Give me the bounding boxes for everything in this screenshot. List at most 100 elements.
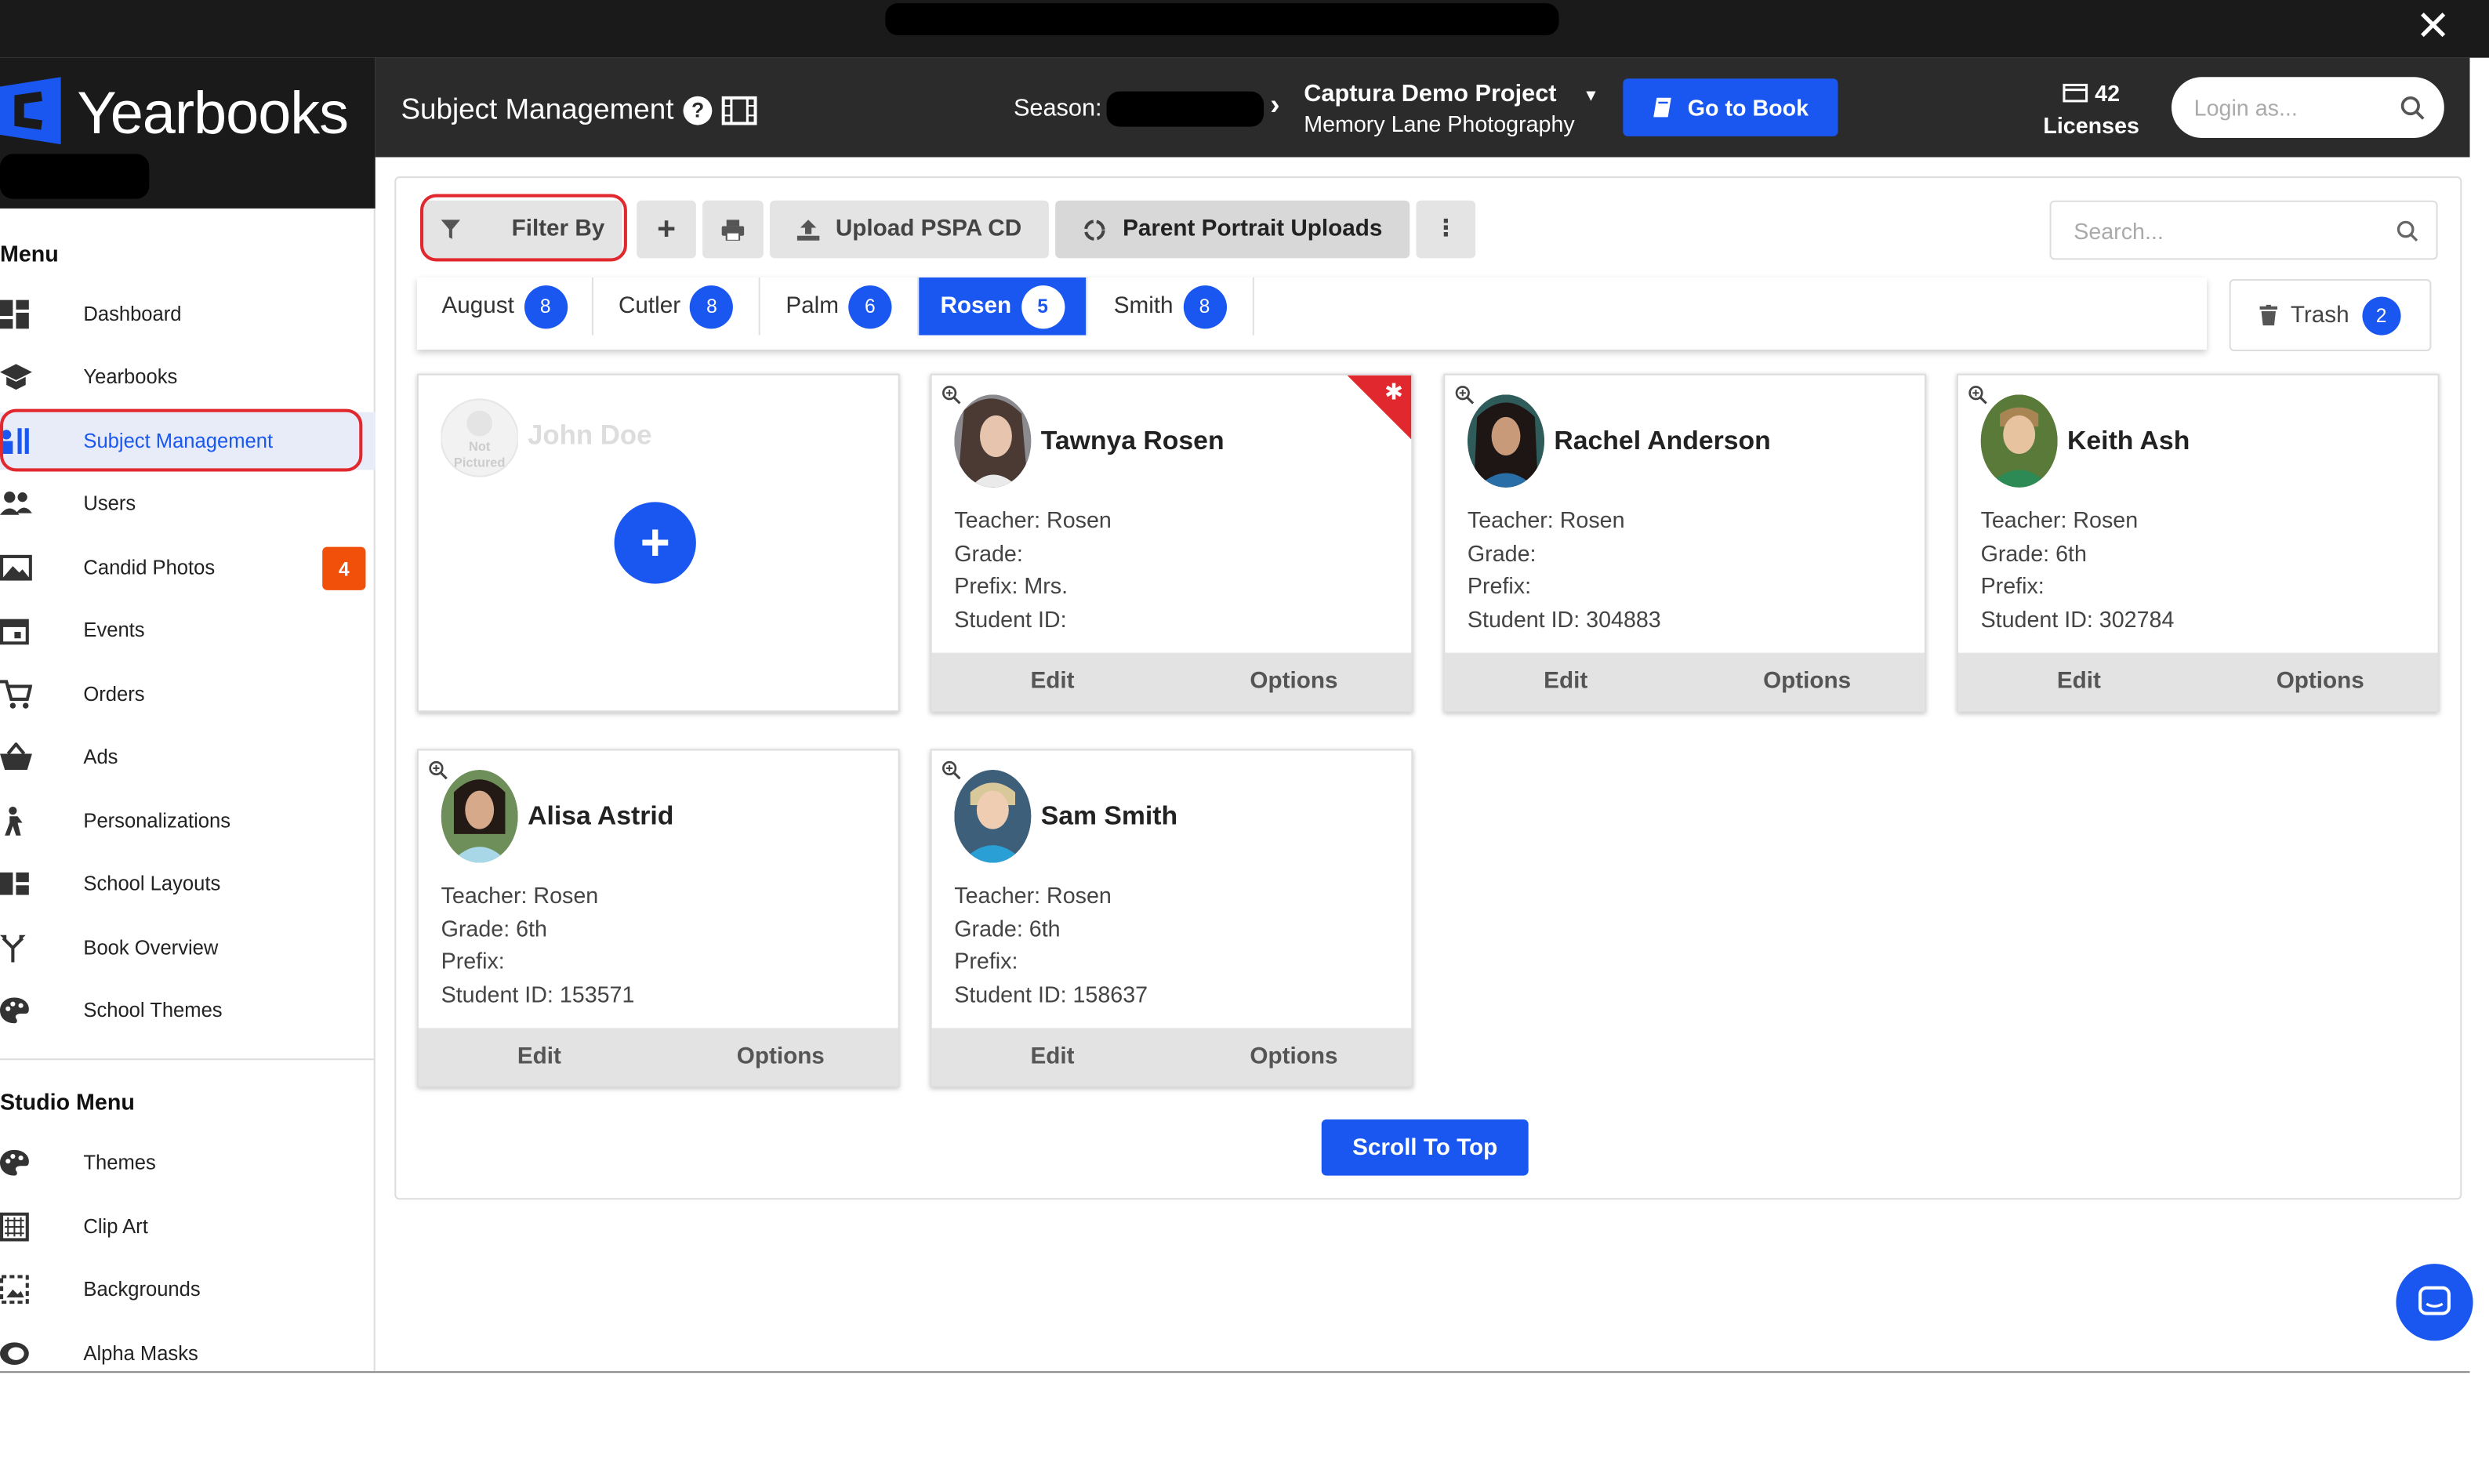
filter-by-button[interactable]: Filter By [423,200,622,259]
sidebar-item-candid-photos[interactable]: Candid Photos 4 [0,539,376,597]
logo-area: Yearbooks [0,57,376,209]
sidebar-item-users[interactable]: Users [0,475,376,533]
edit-button[interactable]: Edit [932,653,1174,711]
tab-cutler[interactable]: Cutler 8 [593,277,760,336]
sidebar-item-school-layouts[interactable]: School Layouts [0,854,376,913]
card-actions: Edit Options [1957,652,2438,711]
tab-august[interactable]: August 8 [417,277,593,336]
options-button[interactable]: Options [1174,1028,1412,1086]
header-bar: Subject Management ? Season: › Captura D… [375,57,2470,158]
subject-name: Alisa Astrid [528,801,674,831]
sidebar-item-book-overview[interactable]: Book Overview [0,919,376,977]
go-to-book-button[interactable]: Go to Book [1623,78,1838,136]
zoom-in-icon[interactable] [1455,385,1475,405]
zoom-in-icon[interactable] [942,760,961,780]
zoom-in-icon[interactable] [942,385,961,405]
zoom-in-icon[interactable] [1968,385,1987,405]
sidebar-item-subject-management[interactable]: Subject Management [0,412,376,470]
edit-button[interactable]: Edit [1958,653,2200,711]
add-new-subject-button[interactable]: + [614,502,696,584]
print-button[interactable] [702,200,764,259]
add-subject-button[interactable]: + [637,200,696,259]
scroll-to-top-button[interactable]: Scroll To Top [1321,1119,1529,1176]
dashboard-icon [0,299,29,329]
project-selector[interactable]: Captura Demo Project Memory Lane Photogr… [1304,80,1574,138]
subject-grade: Grade: 6th [954,915,1061,942]
layout-icon [0,872,29,895]
licenses-label: Licenses [2043,112,2139,138]
sidebar-item-label: Personalizations [83,810,231,833]
upload-icon [796,219,820,240]
subject-photo[interactable] [1980,394,2058,488]
candid-photos-badge: 4 [322,546,366,590]
sidebar-item-orders[interactable]: Orders [0,666,376,724]
yearbooks-logo-icon [0,77,61,145]
image-icon [0,554,32,581]
tab-count: 6 [848,285,892,328]
zoom-in-icon[interactable] [428,760,448,780]
options-button[interactable]: Options [1686,653,1925,711]
options-button[interactable]: Options [660,1028,898,1086]
tab-rosen[interactable]: Rosen 5 [919,277,1088,336]
subject-name: Keith Ash [2067,426,2190,456]
close-icon[interactable]: ✕ [2415,3,2451,48]
help-icon[interactable]: ? [683,95,713,125]
trash-icon [2260,304,2278,326]
edit-button[interactable]: Edit [419,1028,660,1086]
subject-photo[interactable] [954,769,1032,863]
app-root: ✕ Yearbooks Subject Management ? Season:… [0,0,2489,1484]
trash-button[interactable]: Trash 2 [2229,278,2432,352]
options-button[interactable]: Options [1174,653,1412,711]
project-name: Captura Demo Project [1304,80,1557,108]
subject-card: Tawnya Rosen ✱ Teacher: Rosen Grade: Pre… [930,373,1413,713]
more-options-button[interactable]: ⋮ [1416,200,1476,259]
parent-portrait-uploads-button[interactable]: Parent Portrait Uploads [1055,200,1410,259]
subject-prefix: Prefix: [441,948,505,974]
sidebar-item-clip-art[interactable]: Clip Art [0,1198,376,1256]
sidebar-item-alpha-masks[interactable]: Alpha Masks [0,1325,376,1383]
subject-card: Alisa Astrid Teacher: Rosen Grade: 6th P… [416,749,900,1088]
card-actions: Edit Options [418,1028,898,1087]
subject-name: Rachel Anderson [1554,426,1771,456]
tab-smith[interactable]: Smith 8 [1087,277,1254,336]
tab-palm[interactable]: Palm 6 [760,277,920,336]
subject-student-id: Student ID: 302784 [1980,606,2175,633]
edit-button[interactable]: Edit [1445,653,1686,711]
sidebar-item-label: Book Overview [83,936,219,960]
plus-icon: + [657,211,676,247]
season-label: Season: [1013,94,1102,122]
background-icon [0,1275,29,1304]
redacted-title [885,3,1559,36]
sidebar-item-yearbooks[interactable]: Yearbooks [0,348,376,406]
edit-button[interactable]: Edit [932,1028,1174,1086]
tab-count: 8 [1182,285,1227,328]
options-button[interactable]: Options [2200,653,2438,711]
page-title-text: Subject Management [401,93,674,125]
subject-grade: Grade: 6th [1980,539,2087,566]
mask-icon [0,1342,29,1365]
licenses-indicator: 42 Licenses [2043,77,2139,141]
users-icon [0,492,32,515]
recycle-icon [1083,219,1105,240]
sidebar-item-personalizations[interactable]: Personalizations [0,793,376,851]
sidebar-item-label: Alpha Masks [83,1342,198,1365]
search-icon[interactable] [2400,95,2426,121]
sidebar-item-themes[interactable]: Themes [0,1134,376,1192]
chevron-down-icon[interactable]: ▾ [1586,83,1595,106]
upload-pspa-button[interactable]: Upload PSPA CD [769,200,1049,259]
sidebar-item-ads[interactable]: Ads [0,728,376,786]
sidebar-item-backgrounds[interactable]: Backgrounds [0,1261,376,1319]
not-pictured-label: Not Pictured [453,439,506,470]
sidebar-item-events[interactable]: Events [0,601,376,659]
graduation-cap-icon [0,364,32,390]
subject-photo[interactable] [1467,394,1545,488]
tab-count: 8 [524,285,568,328]
sidebar-item-school-themes[interactable]: School Themes [0,981,376,1040]
subject-photo[interactable] [954,394,1032,488]
season-select[interactable] [1106,91,1264,127]
film-icon[interactable] [721,95,757,125]
sidebar-item-dashboard[interactable]: Dashboard [0,285,376,343]
subject-search-input[interactable] [2049,200,2438,260]
chat-launcher-button[interactable] [2396,1264,2473,1341]
subject-photo[interactable] [441,769,518,863]
